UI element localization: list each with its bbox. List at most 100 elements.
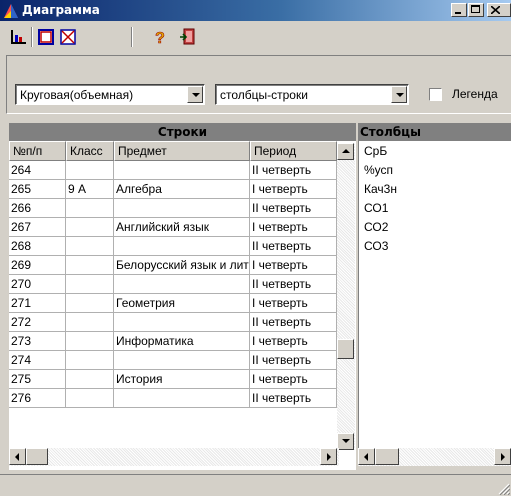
- list-item[interactable]: СрБ: [364, 144, 387, 158]
- cell-number[interactable]: 267: [9, 218, 66, 237]
- cell-subject[interactable]: [114, 313, 250, 332]
- cell-subject[interactable]: Английский язык: [114, 218, 250, 237]
- orientation-value: столбцы-строки: [220, 88, 308, 102]
- cell-subject[interactable]: [114, 199, 250, 218]
- column-header-period[interactable]: Период: [250, 141, 337, 161]
- list-item[interactable]: Кач3н: [364, 182, 397, 196]
- arrow-left-icon: [15, 453, 19, 461]
- orientation-select[interactable]: столбцы-строки: [215, 84, 409, 105]
- cell-class[interactable]: [66, 294, 114, 313]
- scroll-right-button[interactable]: [320, 448, 337, 465]
- minimize-button[interactable]: [451, 3, 467, 17]
- list-item[interactable]: СО3: [364, 239, 388, 253]
- bar-chart-icon[interactable]: [8, 27, 28, 47]
- maximize-button[interactable]: [468, 3, 484, 17]
- cell-number[interactable]: 273: [9, 332, 66, 351]
- scroll-thumb[interactable]: [375, 448, 399, 465]
- cell-period[interactable]: I четверть: [250, 256, 337, 275]
- arrow-up-icon: [342, 149, 350, 153]
- column-header-class[interactable]: Класс: [66, 141, 114, 161]
- chart-type-select[interactable]: Круговая(объемная): [15, 84, 205, 105]
- columns-horizontal-scrollbar[interactable]: [358, 448, 511, 466]
- scroll-left-button[interactable]: [358, 448, 375, 465]
- cell-class[interactable]: [66, 199, 114, 218]
- cell-class[interactable]: [66, 351, 114, 370]
- cell-period[interactable]: II четверть: [250, 275, 337, 294]
- cell-class[interactable]: [66, 389, 114, 408]
- cell-number[interactable]: 272: [9, 313, 66, 332]
- cell-period[interactable]: I четверть: [250, 180, 337, 199]
- cell-class[interactable]: [66, 370, 114, 389]
- cell-number[interactable]: 276: [9, 389, 66, 408]
- cell-number[interactable]: 264: [9, 161, 66, 180]
- cell-class[interactable]: [66, 161, 114, 180]
- cell-period[interactable]: II четверть: [250, 389, 337, 408]
- cell-subject[interactable]: [114, 389, 250, 408]
- cell-subject[interactable]: [114, 275, 250, 294]
- cell-subject[interactable]: Информатика: [114, 332, 250, 351]
- rows-horizontal-scrollbar[interactable]: [9, 448, 339, 466]
- column-header-number[interactable]: №п/п: [9, 141, 66, 161]
- cell-class[interactable]: [66, 218, 114, 237]
- cell-subject[interactable]: Геометрия: [114, 294, 250, 313]
- cell-subject[interactable]: История: [114, 370, 250, 389]
- title-bar[interactable]: Диаграмма: [0, 0, 511, 21]
- cell-period[interactable]: II четверть: [250, 161, 337, 180]
- exit-icon[interactable]: [178, 27, 198, 47]
- column-header-subject[interactable]: Предмет: [114, 141, 250, 161]
- cell-number[interactable]: 269: [9, 256, 66, 275]
- columns-list[interactable]: СрБ %усп Кач3н СО1 СО2 СО3: [358, 141, 511, 452]
- scroll-left-button[interactable]: [9, 448, 26, 465]
- cell-class[interactable]: 9 А: [66, 180, 114, 199]
- list-item[interactable]: СО1: [364, 201, 388, 215]
- cell-number[interactable]: 274: [9, 351, 66, 370]
- cell-subject[interactable]: [114, 351, 250, 370]
- rows-panel: Строки №п/п Класс Предмет Период 264 II ч…: [9, 123, 356, 470]
- cell-subject[interactable]: [114, 161, 250, 180]
- frame-icon[interactable]: [36, 27, 56, 47]
- window-title: Диаграмма: [22, 3, 100, 17]
- cell-subject[interactable]: Белорусский язык и литература: [114, 256, 250, 275]
- close-button[interactable]: [487, 3, 511, 17]
- cell-number[interactable]: 268: [9, 237, 66, 256]
- cell-period[interactable]: I четверть: [250, 332, 337, 351]
- arrow-right-icon: [327, 453, 331, 461]
- cell-period[interactable]: I четверть: [250, 370, 337, 389]
- cell-period[interactable]: II четверть: [250, 351, 337, 370]
- cell-period[interactable]: II четверть: [250, 313, 337, 332]
- list-item[interactable]: СО2: [364, 220, 388, 234]
- cell-class[interactable]: [66, 313, 114, 332]
- columns-panel: Столбцы СрБ %усп Кач3н СО1 СО2 СО3: [358, 123, 511, 466]
- arrow-left-icon: [364, 453, 368, 461]
- clear-icon[interactable]: [58, 27, 78, 47]
- cell-subject[interactable]: [114, 237, 250, 256]
- cell-period[interactable]: I четверть: [250, 218, 337, 237]
- help-icon[interactable]: ?: [150, 27, 170, 47]
- cell-number[interactable]: 271: [9, 294, 66, 313]
- cell-class[interactable]: [66, 332, 114, 351]
- toolbar-separator: [31, 27, 33, 47]
- list-item[interactable]: %усп: [364, 163, 393, 177]
- cell-class[interactable]: [66, 237, 114, 256]
- orientation-dropdown-button[interactable]: [391, 86, 407, 103]
- scroll-right-button[interactable]: [494, 448, 511, 465]
- legend-checkbox[interactable]: [429, 88, 442, 101]
- cell-period[interactable]: II четверть: [250, 237, 337, 256]
- cell-period[interactable]: I четверть: [250, 294, 337, 313]
- scroll-thumb[interactable]: [26, 448, 48, 465]
- scroll-up-button[interactable]: [337, 143, 354, 160]
- status-bar: [0, 474, 511, 496]
- cell-number[interactable]: 270: [9, 275, 66, 294]
- chart-type-dropdown-button[interactable]: [187, 86, 203, 103]
- cell-class[interactable]: [66, 275, 114, 294]
- scroll-thumb[interactable]: [337, 339, 354, 359]
- scroll-down-button[interactable]: [337, 433, 354, 450]
- cell-period[interactable]: II четверть: [250, 199, 337, 218]
- resize-grip-icon[interactable]: [498, 483, 510, 495]
- cell-number[interactable]: 265: [9, 180, 66, 199]
- cell-class[interactable]: [66, 256, 114, 275]
- rows-vertical-scrollbar[interactable]: [337, 143, 355, 450]
- cell-number[interactable]: 275: [9, 370, 66, 389]
- cell-number[interactable]: 266: [9, 199, 66, 218]
- cell-subject[interactable]: Алгебра: [114, 180, 250, 199]
